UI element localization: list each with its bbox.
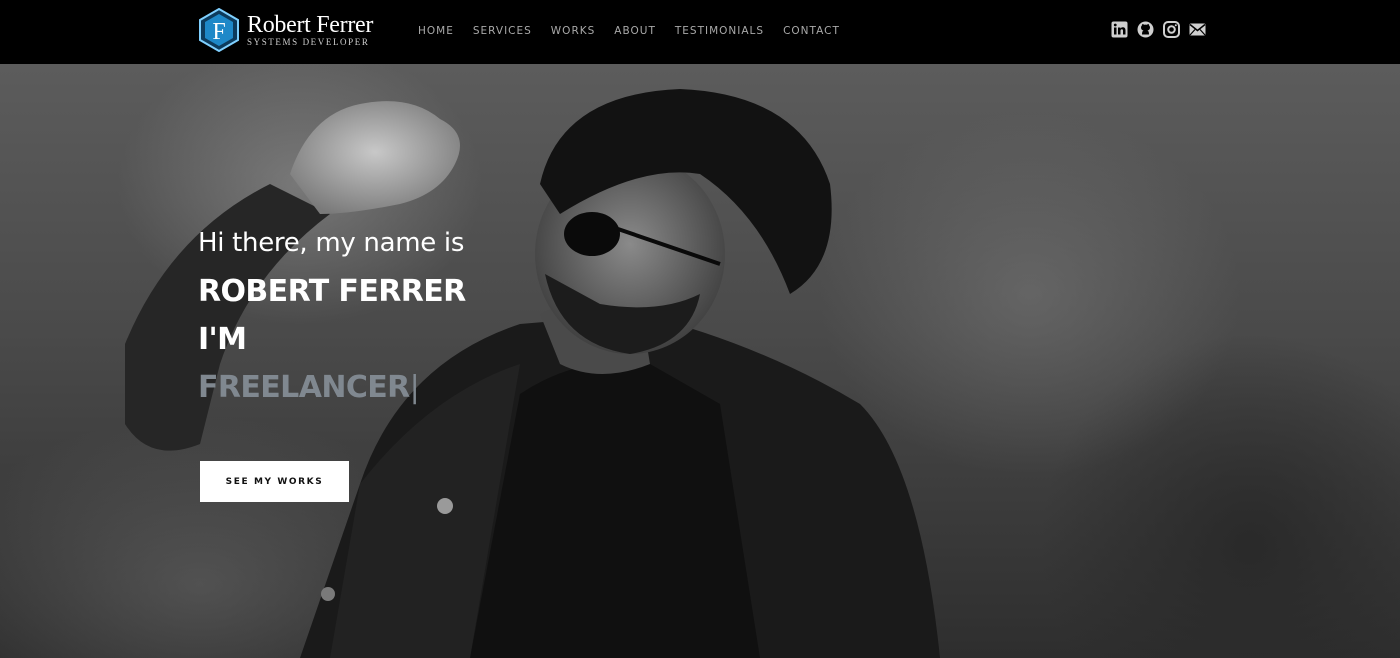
main-nav: HOME SERVICES WORKS ABOUT TESTIMONIALS C…	[418, 25, 840, 37]
linkedin-icon[interactable]	[1111, 21, 1128, 38]
nav-item-about[interactable]: ABOUT	[614, 25, 656, 37]
nav-item-services[interactable]: SERVICES	[473, 25, 532, 37]
hero-role: FREELANCER	[198, 370, 410, 405]
brand-name: Robert Ferrer	[247, 12, 374, 38]
nav-item-works[interactable]: WORKS	[551, 25, 596, 37]
hexagon-logo-icon: F	[199, 8, 239, 52]
github-icon[interactable]	[1137, 21, 1154, 38]
nav-item-home[interactable]: HOME	[418, 25, 454, 37]
nav-item-contact[interactable]: CONTACT	[783, 25, 840, 37]
top-navbar: F Robert Ferrer SYSTEMS DEVELOPER HOME S…	[0, 0, 1400, 64]
brand-subtitle: SYSTEMS DEVELOPER	[247, 37, 370, 47]
brand-logo[interactable]: F Robert Ferrer SYSTEMS DEVELOPER	[197, 8, 373, 52]
instagram-icon[interactable]	[1163, 21, 1180, 38]
logo-letter: F	[212, 19, 225, 45]
hero-prefix: I'M	[198, 322, 247, 357]
nav-item-testimonials[interactable]: TESTIMONIALS	[675, 25, 764, 37]
hero-intro: Hi there, my name is ROBERT FERRER I'M F…	[198, 228, 466, 403]
mail-icon[interactable]	[1189, 21, 1206, 38]
hero-name: ROBERT FERRER	[198, 274, 466, 309]
hero-greeting: Hi there, my name is	[198, 228, 465, 258]
see-my-works-button[interactable]: SEE MY WORKS	[200, 461, 349, 502]
typing-cursor: |	[409, 370, 420, 405]
hero-role-typed: FREELANCER|	[198, 373, 466, 403]
social-links	[1111, 21, 1206, 38]
